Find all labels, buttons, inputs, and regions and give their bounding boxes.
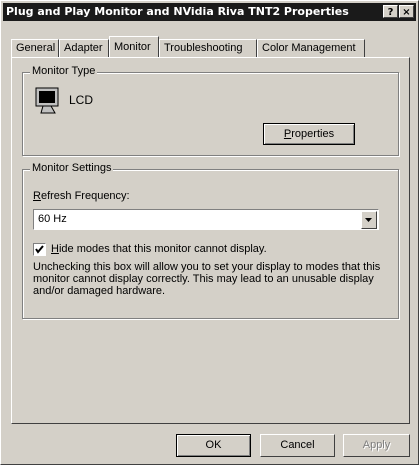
refresh-frequency-key: R	[33, 190, 41, 202]
monitor-icon	[35, 87, 61, 118]
monitor-type-legend: Monitor Type	[30, 65, 98, 77]
hide-modes-checkbox[interactable]	[33, 243, 46, 256]
warning-text: Unchecking this box will allow you to se…	[33, 261, 381, 297]
help-button[interactable]: ?	[383, 5, 398, 18]
cancel-button[interactable]: Cancel	[260, 434, 335, 457]
tab-adapter-label: Adapter	[64, 42, 103, 54]
close-button[interactable]: ×	[399, 5, 414, 18]
title-bar: Plug and Play Monitor and NVidia Riva TN…	[3, 3, 416, 21]
hide-modes-text: ide modes that this monitor cannot displ…	[58, 243, 267, 255]
refresh-frequency-select[interactable]: 60 Hz	[33, 209, 379, 230]
tab-troubleshooting[interactable]: Troubleshooting	[159, 39, 257, 57]
tab-adapter[interactable]: Adapter	[59, 39, 109, 57]
refresh-frequency-label: Refresh Frequency:	[33, 190, 130, 202]
tab-general-label: General	[16, 42, 56, 54]
tab-panel: Monitor Type LCD Properties Monitor Sett…	[11, 57, 410, 424]
properties-dialog: Plug and Play Monitor and NVidia Riva TN…	[0, 0, 419, 465]
dropdown-arrow[interactable]	[361, 211, 377, 229]
refresh-frequency-text: efresh Frequency:	[40, 190, 130, 202]
tab-general[interactable]: General	[11, 39, 59, 57]
tab-color-management[interactable]: Color Management	[257, 39, 365, 57]
apply-button[interactable]: Apply	[343, 434, 410, 457]
tab-monitor[interactable]: Monitor	[109, 36, 159, 57]
ok-button[interactable]: OK	[176, 434, 251, 457]
tab-color-management-label: Color Management	[262, 42, 356, 54]
refresh-frequency-value: 60 Hz	[38, 213, 67, 225]
window-title: Plug and Play Monitor and NVidia Riva TN…	[6, 5, 349, 18]
tab-troubleshooting-label: Troubleshooting	[164, 42, 243, 54]
tab-monitor-label: Monitor	[114, 41, 151, 53]
chevron-down-icon	[365, 218, 372, 222]
properties-button-label: roperties	[291, 128, 335, 140]
monitor-settings-legend: Monitor Settings	[30, 162, 114, 174]
monitor-settings-group: Monitor Settings Refresh Frequency: 60 H…	[22, 162, 399, 319]
hide-modes-key: H	[51, 243, 59, 255]
properties-button[interactable]: Properties	[263, 123, 355, 145]
monitor-name: LCD	[69, 93, 94, 107]
checkmark-icon	[35, 245, 44, 254]
hide-modes-label[interactable]: Hide modes that this monitor cannot disp…	[51, 243, 267, 255]
monitor-type-group: Monitor Type LCD Properties	[22, 65, 399, 156]
